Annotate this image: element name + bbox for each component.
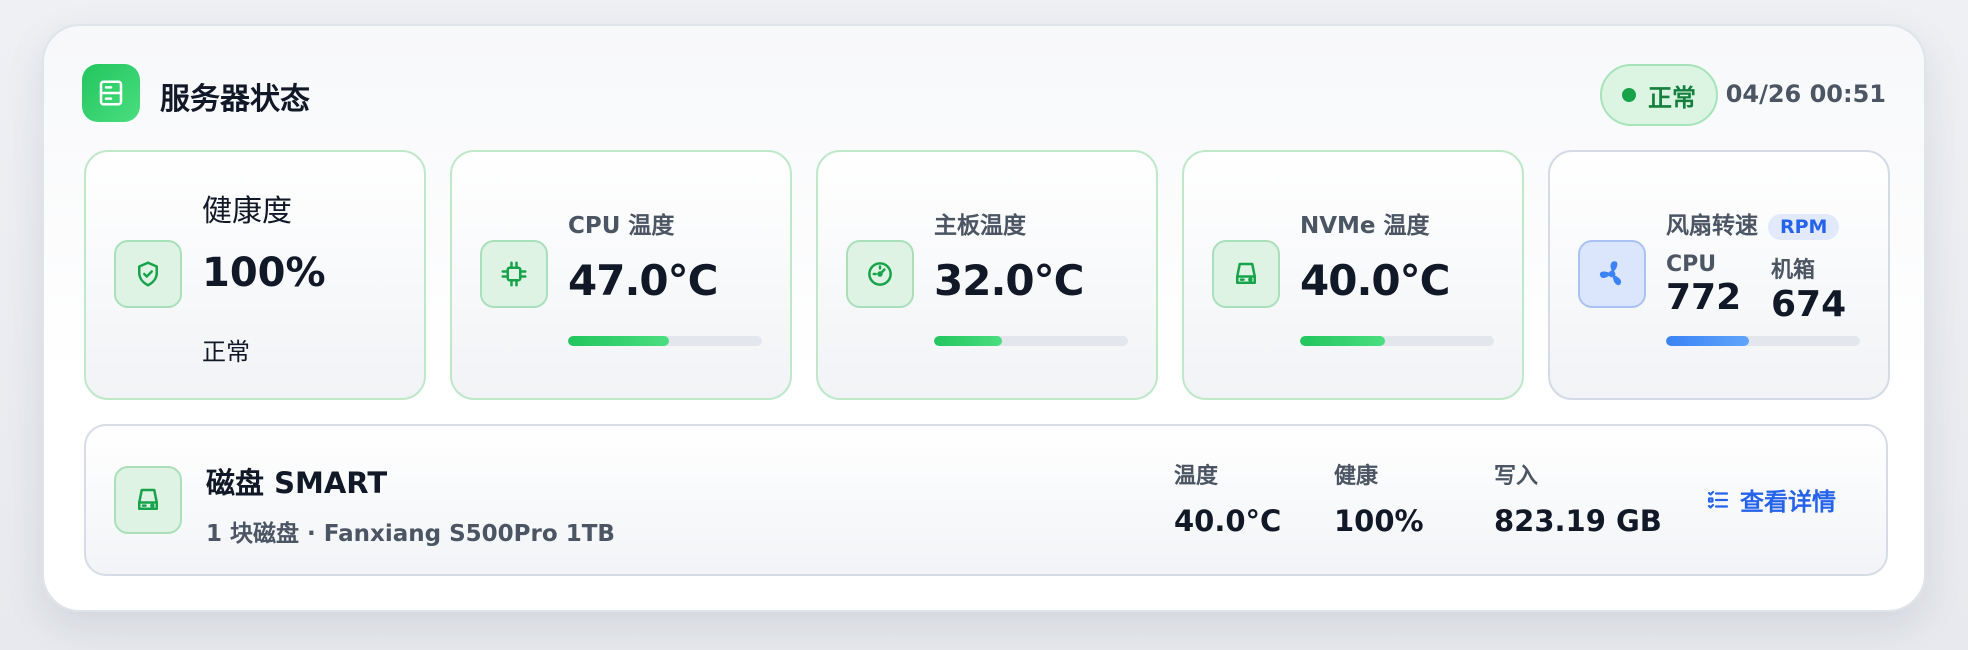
gauge-icon bbox=[846, 240, 914, 308]
cpu-temp-card: CPU 温度 47.0°C bbox=[450, 150, 792, 400]
disk-temp-stat: 温度 40.0°C bbox=[1174, 458, 1281, 538]
fan-speed-bar bbox=[1666, 336, 1860, 346]
fan-case-value: 674 bbox=[1771, 284, 1847, 325]
disk-write-label: 写入 bbox=[1494, 464, 1539, 489]
nvme-temp-card: NVMe 温度 40.0°C bbox=[1182, 150, 1524, 400]
disk-health-value: 100% bbox=[1334, 504, 1424, 538]
cpu-temp-bar bbox=[568, 336, 762, 346]
cpu-temp-label: CPU 温度 bbox=[568, 213, 675, 239]
chip-icon bbox=[480, 240, 548, 308]
server-icon bbox=[82, 64, 140, 122]
drive-icon bbox=[1212, 240, 1280, 308]
panel-header: 服务器状态 正常 04/26 00:51 bbox=[82, 64, 1886, 126]
status-dot-icon bbox=[1622, 88, 1636, 102]
view-details-link[interactable]: 查看详情 bbox=[1706, 482, 1836, 517]
board-temp-value: 32.0°C bbox=[934, 256, 1084, 305]
list-check-icon bbox=[1707, 490, 1729, 509]
view-details-label: 查看详情 bbox=[1740, 488, 1836, 516]
nvme-temp-value: 40.0°C bbox=[1300, 256, 1450, 305]
fan-cpu-value: 772 bbox=[1666, 277, 1742, 318]
rpm-unit-badge: RPM bbox=[1768, 213, 1840, 240]
board-temp-card: 主板温度 32.0°C bbox=[816, 150, 1158, 400]
board-temp-bar bbox=[934, 336, 1128, 346]
cpu-temp-value: 47.0°C bbox=[568, 256, 718, 305]
disk-smart-title: 磁盘 SMART bbox=[206, 466, 388, 500]
health-label: 健康度 bbox=[202, 194, 292, 229]
fan-speed-card: 风扇转速 RPM CPU 772 机箱 674 bbox=[1548, 150, 1890, 400]
nvme-temp-bar-fill bbox=[1300, 336, 1386, 346]
health-card: 健康度 100% 正常 bbox=[84, 150, 426, 400]
drive-icon bbox=[114, 466, 182, 534]
board-temp-label: 主板温度 bbox=[934, 213, 1026, 239]
disk-smart-subtitle: 1 块磁盘 · Fanxiang S500Pro 1TB bbox=[206, 521, 615, 547]
disk-health-label: 健康 bbox=[1334, 464, 1379, 489]
board-temp-bar-fill bbox=[934, 336, 1002, 346]
fan-case-label: 机箱 bbox=[1771, 258, 1816, 283]
page-title: 服务器状态 bbox=[160, 82, 310, 117]
disk-temp-value: 40.0°C bbox=[1174, 504, 1282, 538]
nvme-temp-label: NVMe 温度 bbox=[1300, 213, 1430, 239]
health-value: 100% bbox=[202, 250, 326, 296]
shield-check-icon bbox=[114, 240, 182, 308]
server-status-panel: 服务器状态 正常 04/26 00:51 健康度 100% 正常 CPU 温度 … bbox=[42, 24, 1926, 612]
fan-speed-header: 风扇转速 RPM bbox=[1666, 206, 1840, 240]
disk-temp-label: 温度 bbox=[1174, 464, 1219, 489]
disk-health-stat: 健康 100% bbox=[1334, 458, 1424, 538]
timestamp: 04/26 00:51 bbox=[1725, 80, 1886, 108]
fan-icon bbox=[1578, 240, 1646, 308]
disk-write-stat: 写入 823.19 GB bbox=[1494, 458, 1662, 538]
status-badge-label: 正常 bbox=[1648, 83, 1696, 112]
fan-cpu-group: CPU 772 bbox=[1666, 252, 1741, 319]
fan-case-group: 机箱 674 bbox=[1771, 252, 1846, 326]
fan-cpu-label: CPU bbox=[1666, 252, 1717, 277]
status-badge: 正常 bbox=[1600, 64, 1718, 126]
health-status: 正常 bbox=[202, 338, 250, 366]
disk-smart-row: 磁盘 SMART 1 块磁盘 · Fanxiang S500Pro 1TB 温度… bbox=[84, 424, 1888, 576]
fan-speed-label: 风扇转速 bbox=[1666, 213, 1758, 239]
nvme-temp-bar bbox=[1300, 336, 1494, 346]
cpu-temp-bar-fill bbox=[568, 336, 669, 346]
fan-speed-bar-fill bbox=[1666, 336, 1750, 346]
disk-write-value: 823.19 GB bbox=[1494, 504, 1662, 538]
